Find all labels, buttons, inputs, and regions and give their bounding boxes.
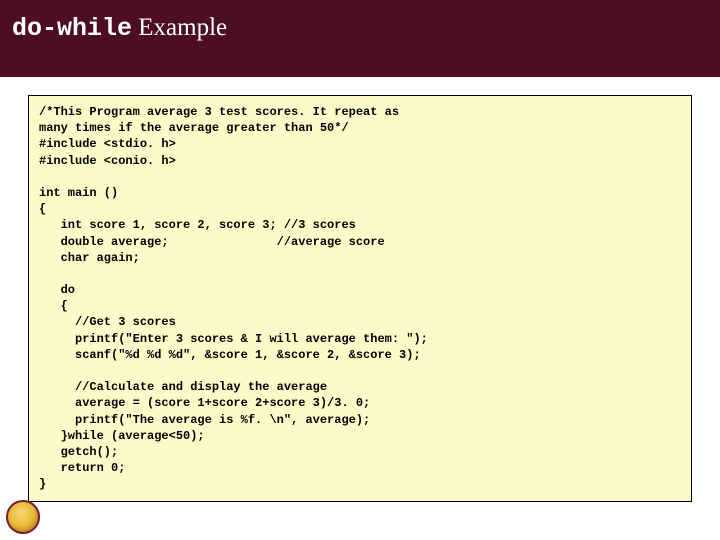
slide: do-while Example /*This Program average … [0,0,720,540]
slide-title-bar: do-while Example [0,0,720,77]
title-keyword: do-while [12,14,132,43]
title-rest: Example [132,14,227,41]
seal-icon [6,500,40,534]
code-listing: /*This Program average 3 test scores. It… [39,104,681,493]
code-box: /*This Program average 3 test scores. It… [28,95,692,502]
